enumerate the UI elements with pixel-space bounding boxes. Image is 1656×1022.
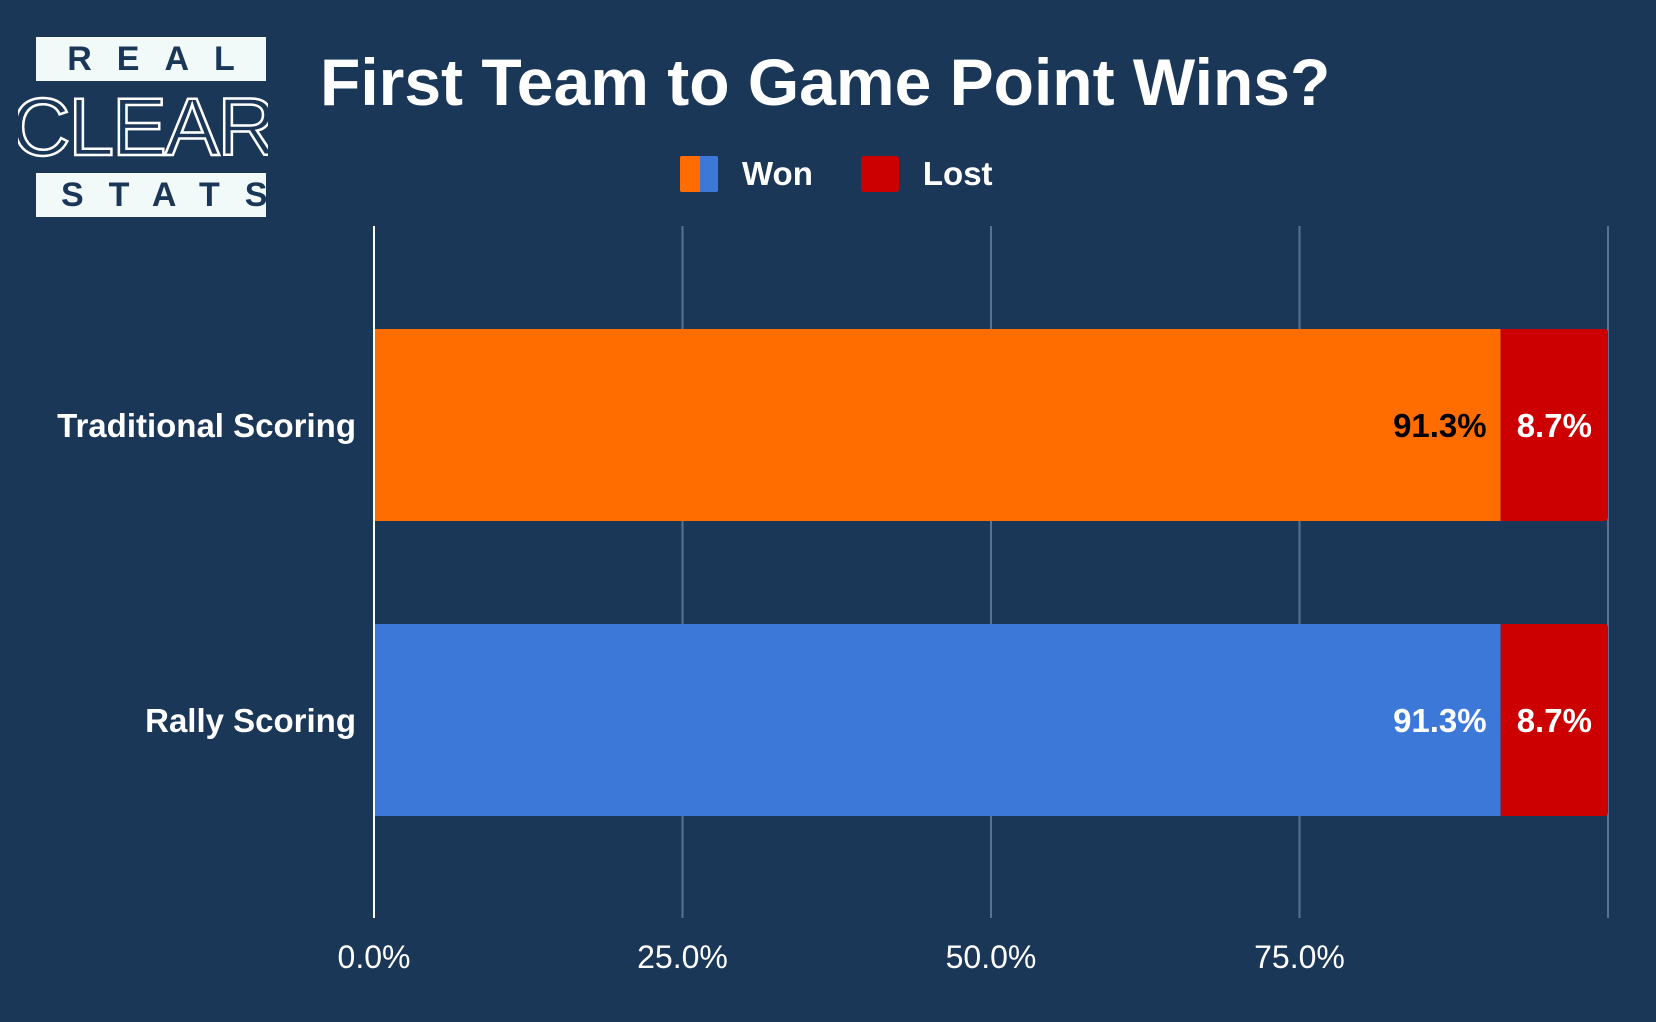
data-label-won: 91.3% [1393,702,1487,739]
x-tick-label: 0.0% [338,939,411,975]
data-label-won: 91.3% [1393,407,1487,444]
bar-won-rally [374,624,1501,816]
category-label: Rally Scoring [145,702,356,739]
data-label-lost: 8.7% [1517,702,1592,739]
x-tick-label: 75.0% [1254,939,1345,975]
bar-chart: 0.0% 25.0% 50.0% 75.0% 91.3% 8.7% Traditional … [57,226,1609,975]
data-label-lost: 8.7% [1517,407,1592,444]
category-label: Traditional Scoring [57,407,356,444]
x-tick-label: 50.0% [946,939,1037,975]
x-tick-label: 25.0% [637,939,728,975]
bar-won-traditional [374,329,1501,521]
